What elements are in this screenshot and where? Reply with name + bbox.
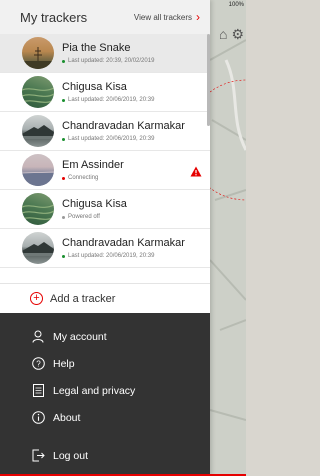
scrollbar[interactable] bbox=[207, 34, 210, 126]
person-icon bbox=[31, 330, 45, 344]
status-dot-icon bbox=[62, 254, 65, 258]
tracker-status: Last updated: 20/06/2019, 20:39 bbox=[62, 136, 210, 142]
menu-item-legal-and-privacy[interactable]: Legal and privacy bbox=[0, 377, 210, 404]
status-dot-icon bbox=[62, 137, 65, 141]
tracker-name: Chandravadan Karmakar bbox=[62, 120, 185, 132]
menu-item-my-account[interactable]: My account bbox=[0, 323, 210, 350]
add-tracker-button[interactable]: + Add a tracker bbox=[0, 283, 210, 313]
status-bar: 100% bbox=[206, 0, 246, 10]
tracker-info: Chandravadan Karmakar Last updated: 20/06… bbox=[62, 237, 210, 259]
chevron-right-icon: › bbox=[196, 10, 200, 24]
menu-item-label: Log out bbox=[53, 449, 89, 462]
drawer-title: My trackers bbox=[20, 9, 88, 25]
tracker-name: Chigusa Kisa bbox=[62, 81, 127, 93]
tracker-info: Chandravadan Karmakar Last updated: 20/06… bbox=[62, 120, 210, 142]
menu-item-log-out[interactable]: Log out bbox=[0, 442, 210, 469]
tracker-name: Em Assinder bbox=[62, 159, 124, 171]
tracker-status-text: Last updated: 20/06/2019, 20:39 bbox=[68, 136, 155, 142]
menu-item-label: My account bbox=[53, 330, 107, 343]
tracker-row[interactable]: Em Assinder Connecting bbox=[0, 151, 210, 190]
status-dot-icon bbox=[62, 215, 65, 219]
plus-circle-icon: + bbox=[30, 292, 43, 305]
tracker-avatar bbox=[22, 154, 54, 186]
tracker-name: Chigusa Kisa bbox=[62, 198, 127, 210]
tracker-avatar bbox=[22, 193, 54, 225]
menu-item-label: Help bbox=[53, 357, 75, 370]
tracker-name: Pia the Snake bbox=[62, 42, 131, 54]
drawer-header: My trackers View all trackers › bbox=[0, 0, 210, 34]
tracker-status: Last updated: 20/06/2019, 20:39 bbox=[62, 97, 210, 103]
tracker-list[interactable]: Pia the Snake Last updated: 20:39, 20/02/… bbox=[0, 34, 210, 304]
warning-icon bbox=[190, 164, 202, 182]
tracker-status-text: Last updated: 20:39, 20/02/2019 bbox=[68, 58, 155, 64]
tracker-info: Em Assinder Connecting bbox=[62, 159, 210, 181]
logout-icon bbox=[31, 449, 45, 463]
menu-item-label: About bbox=[53, 411, 81, 424]
tracker-avatar bbox=[22, 76, 54, 108]
tracker-row[interactable]: Chandravadan Karmakar Last updated: 20/06… bbox=[0, 229, 210, 268]
tracker-avatar bbox=[22, 115, 54, 147]
tracker-status-text: Last updated: 20/06/2019, 20:39 bbox=[68, 253, 155, 259]
tracker-status: Last updated: 20/06/2019, 20:39 bbox=[62, 253, 210, 259]
view-all-trackers-link[interactable]: View all trackers › bbox=[133, 10, 200, 24]
tracker-name: Chandravadan Karmakar bbox=[62, 237, 185, 249]
document-icon bbox=[31, 384, 45, 398]
menu-item-help[interactable]: ? Help bbox=[0, 350, 210, 377]
tracker-info: Chigusa Kisa Powered off bbox=[62, 198, 210, 220]
tracker-status: Connecting bbox=[62, 175, 210, 181]
status-dot-icon bbox=[62, 98, 65, 102]
tracker-avatar bbox=[22, 37, 54, 69]
tracker-row[interactable]: Chigusa Kisa Powered off bbox=[0, 190, 210, 229]
add-tracker-label: Add a tracker bbox=[50, 292, 116, 305]
tracker-status-text: Powered off bbox=[68, 214, 100, 220]
menu-item-about[interactable]: About bbox=[0, 404, 210, 431]
gear-icon[interactable]: ⚙ bbox=[231, 26, 244, 43]
tracker-row[interactable]: Chandravadan Karmakar Last updated: 20/06… bbox=[0, 112, 210, 151]
tracker-info: Chigusa Kisa Last updated: 20/06/2019, 20… bbox=[62, 81, 210, 103]
battery-level: 100% bbox=[228, 2, 244, 8]
status-dot-icon bbox=[62, 176, 65, 180]
view-all-label: View all trackers bbox=[133, 12, 192, 22]
account-menu: My account ? Help Legal and privacy Abou… bbox=[0, 313, 210, 476]
tracker-info: Pia the Snake Last updated: 20:39, 20/02/… bbox=[62, 42, 210, 64]
bell-icon[interactable]: ⌂ bbox=[219, 26, 227, 43]
info-circle-icon bbox=[31, 411, 45, 425]
tracker-status: Powered off bbox=[62, 214, 210, 220]
navigation-drawer: My trackers View all trackers › Pia the … bbox=[0, 0, 210, 476]
tracker-status: Last updated: 20:39, 20/02/2019 bbox=[62, 58, 210, 64]
svg-text:?: ? bbox=[36, 359, 41, 368]
tracker-row[interactable]: Chigusa Kisa Last updated: 20/06/2019, 20… bbox=[0, 73, 210, 112]
tracker-status-text: Connecting bbox=[68, 175, 99, 181]
tracker-row[interactable]: Pia the Snake Last updated: 20:39, 20/02/… bbox=[0, 34, 210, 73]
question-circle-icon: ? bbox=[31, 357, 45, 371]
menu-item-label: Legal and privacy bbox=[53, 384, 136, 397]
tracker-avatar bbox=[22, 232, 54, 264]
status-dot-icon bbox=[62, 59, 65, 63]
tracker-status-text: Last updated: 20/06/2019, 20:39 bbox=[68, 97, 155, 103]
